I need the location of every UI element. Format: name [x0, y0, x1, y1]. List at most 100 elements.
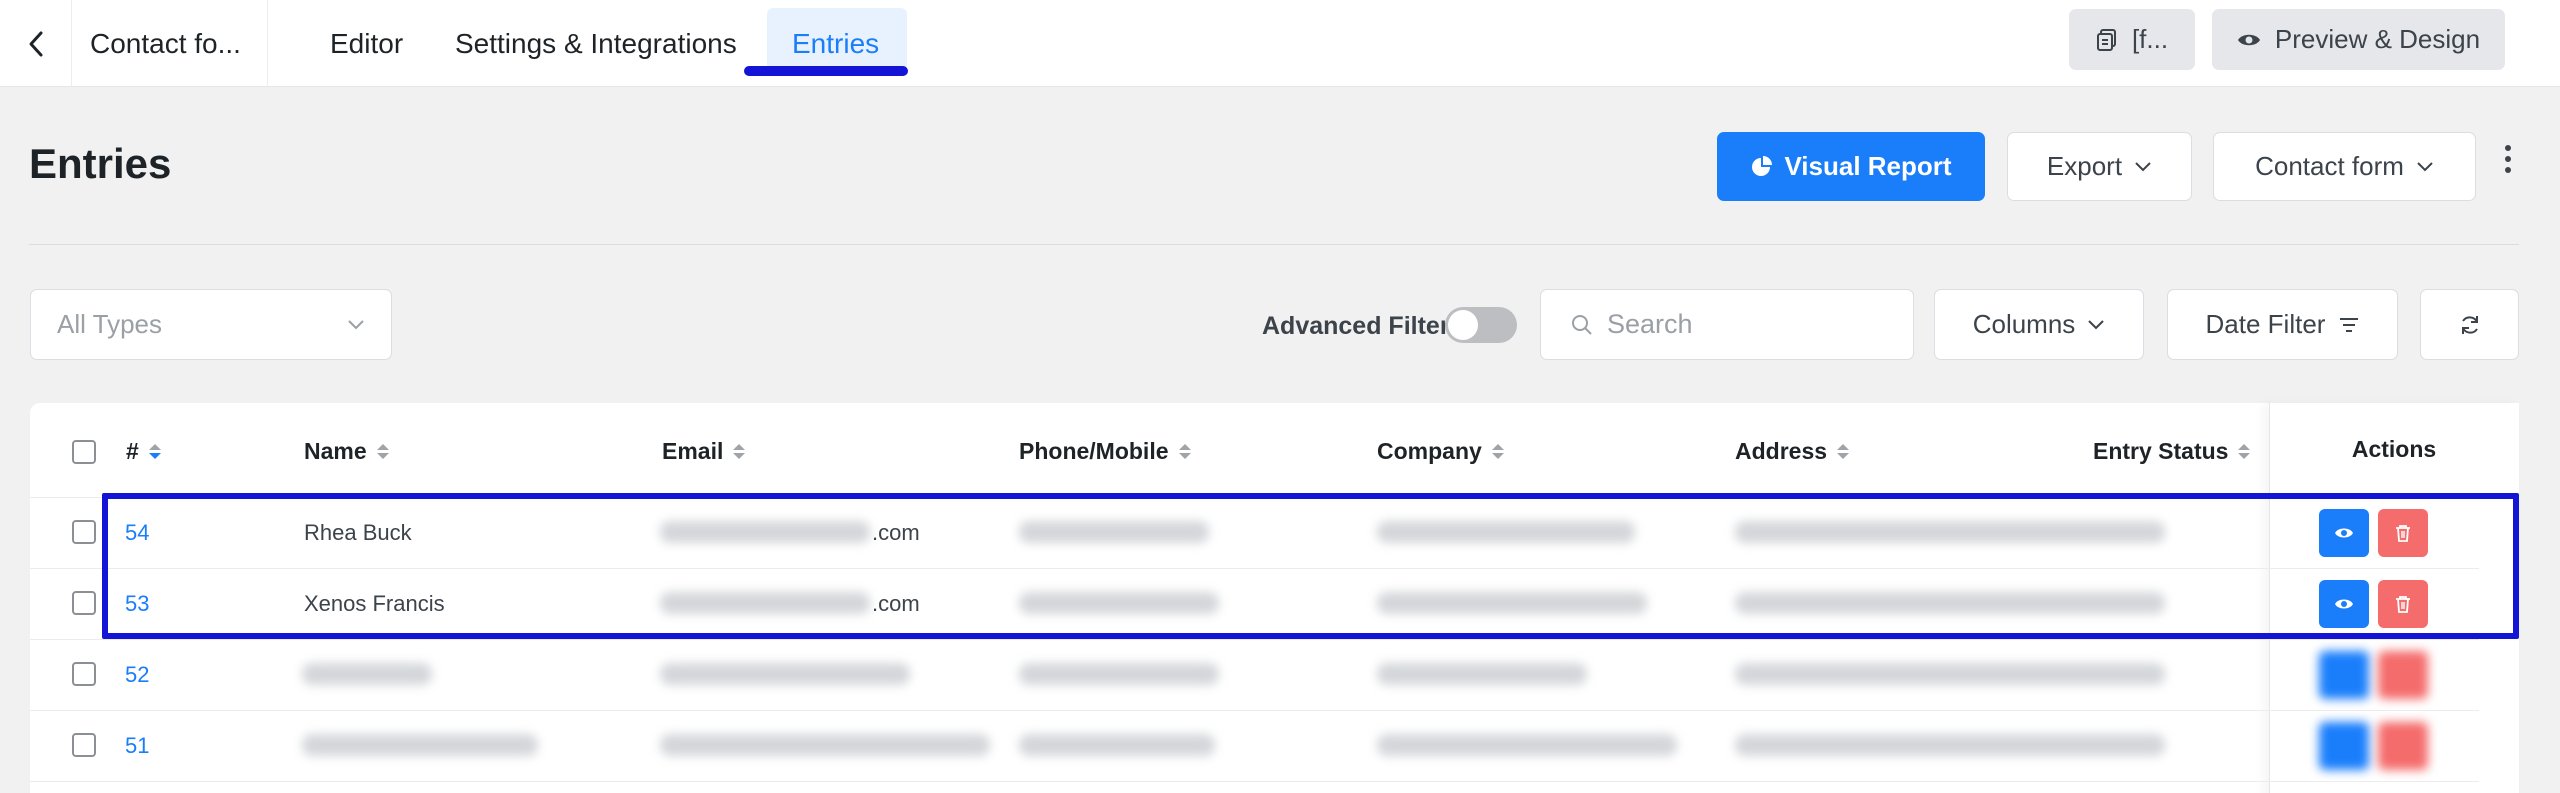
tab-editor[interactable]: Editor [330, 0, 403, 87]
columns-dropdown[interactable]: Columns [1934, 289, 2144, 360]
sort-icon [733, 443, 746, 459]
redacted-company [1377, 734, 1677, 756]
eye-icon [2335, 599, 2353, 609]
back-button[interactable] [0, 0, 72, 87]
filter-lines-icon [2340, 317, 2359, 332]
delete-entry-button[interactable] [2378, 509, 2428, 557]
redacted-email [660, 592, 870, 614]
form-selector-dropdown[interactable]: Contact form [2213, 132, 2476, 201]
entry-id-link[interactable]: 51 [125, 733, 149, 759]
view-entry-button[interactable] [2319, 509, 2369, 557]
refresh-button[interactable] [2420, 289, 2519, 360]
shortcode-button[interactable]: [f... [2069, 9, 2195, 70]
row-divider [30, 568, 2479, 569]
column-header-name[interactable]: Name [304, 436, 389, 466]
delete-entry-button[interactable] [2378, 580, 2428, 628]
sort-icon [376, 443, 389, 459]
entry-id-link[interactable]: 54 [125, 520, 149, 546]
top-bar: Contact fo... Editor Settings & Integrat… [0, 0, 2560, 87]
view-entry-button[interactable] [2319, 651, 2369, 699]
sort-icon [1491, 443, 1504, 459]
redacted-company [1377, 592, 1647, 614]
view-entry-button[interactable] [2319, 722, 2369, 770]
entry-id-link[interactable]: 52 [125, 662, 149, 688]
entry-type-select[interactable]: All Types [30, 289, 392, 360]
column-header-email-label: Email [662, 437, 724, 464]
column-header-id[interactable]: # [126, 436, 161, 466]
column-header-email[interactable]: Email [662, 436, 746, 466]
redacted-phone [1019, 663, 1219, 685]
row-divider [30, 497, 2479, 498]
chevron-down-icon [2088, 319, 2105, 329]
export-label: Export [2046, 151, 2123, 181]
entry-id-link[interactable]: 53 [125, 591, 149, 617]
delete-entry-button[interactable] [2378, 722, 2428, 770]
entry-name: Xenos Francis [304, 591, 445, 616]
row-checkbox[interactable] [72, 591, 96, 615]
row-divider [30, 639, 2479, 640]
column-header-entry-status[interactable]: Entry Status [2093, 436, 2251, 466]
redacted-name [302, 734, 538, 756]
redacted-email [660, 734, 990, 756]
chevron-down-icon [348, 319, 364, 329]
entry-email-suffix: .com [872, 591, 920, 616]
chevron-down-icon [2135, 161, 2151, 171]
row-checkbox[interactable] [72, 733, 96, 757]
pie-chart-icon [1752, 155, 1773, 176]
redacted-address [1735, 734, 2165, 756]
column-header-address[interactable]: Address [1735, 436, 1850, 466]
redacted-phone [1019, 592, 1219, 614]
sort-icon [2238, 443, 2251, 459]
view-entry-button[interactable] [2319, 580, 2369, 628]
select-all-checkbox[interactable] [72, 440, 96, 464]
date-filter-button[interactable]: Date Filter [2167, 289, 2398, 360]
column-header-company[interactable]: Company [1377, 436, 1504, 466]
search-input[interactable] [1607, 309, 1897, 340]
advanced-filter-label: Advanced Filter [1262, 312, 1450, 340]
entry-email-suffix: .com [872, 520, 920, 545]
form-name[interactable]: Contact fo... [72, 0, 268, 87]
column-header-address-label: Address [1735, 437, 1828, 464]
export-dropdown[interactable]: Export [2007, 132, 2192, 201]
shortcode-label: [f... [2131, 24, 2169, 54]
tab-settings-integrations[interactable]: Settings & Integrations [455, 0, 737, 87]
entry-type-value: All Types [57, 309, 163, 339]
preview-design-label: Preview & Design [2274, 24, 2481, 54]
redacted-phone [1019, 521, 1209, 543]
redacted-company [1377, 663, 1587, 685]
search-box [1540, 289, 1914, 360]
row-checkbox[interactable] [72, 662, 96, 686]
page-title: Entries [29, 140, 172, 187]
column-header-phone[interactable]: Phone/Mobile [1019, 436, 1191, 466]
visual-report-button[interactable]: Visual Report [1717, 132, 1985, 201]
active-tab-highlight [744, 66, 908, 76]
eye-icon [2335, 528, 2353, 538]
chevron-left-icon [29, 31, 42, 56]
redacted-name [302, 663, 432, 685]
redacted-company [1377, 521, 1635, 543]
delete-entry-button[interactable] [2378, 651, 2428, 699]
redacted-address [1735, 521, 2165, 543]
form-selector-label: Contact form [2255, 151, 2404, 181]
row-divider [30, 781, 2479, 782]
columns-label: Columns [1972, 309, 2076, 339]
row-divider [30, 710, 2479, 711]
advanced-filter-toggle[interactable] [1445, 307, 1517, 343]
redacted-email [660, 521, 870, 543]
eye-icon [2237, 34, 2260, 45]
column-header-actions: Actions [2351, 436, 2437, 462]
redacted-address [1735, 663, 2165, 685]
header-divider [29, 244, 2519, 245]
entry-name: Rhea Buck [304, 520, 412, 545]
refresh-icon [2461, 315, 2478, 334]
preview-design-button[interactable]: Preview & Design [2212, 9, 2505, 70]
more-options-icon[interactable] [2500, 140, 2516, 190]
sort-icon [1837, 443, 1850, 459]
trash-icon [2396, 525, 2410, 542]
column-header-company-label: Company [1377, 437, 1482, 464]
column-header-name-label: Name [304, 437, 367, 464]
column-header-phone-label: Phone/Mobile [1019, 437, 1169, 464]
row-checkbox[interactable] [72, 520, 96, 544]
search-icon [1572, 314, 1592, 335]
sort-icon [148, 443, 161, 459]
